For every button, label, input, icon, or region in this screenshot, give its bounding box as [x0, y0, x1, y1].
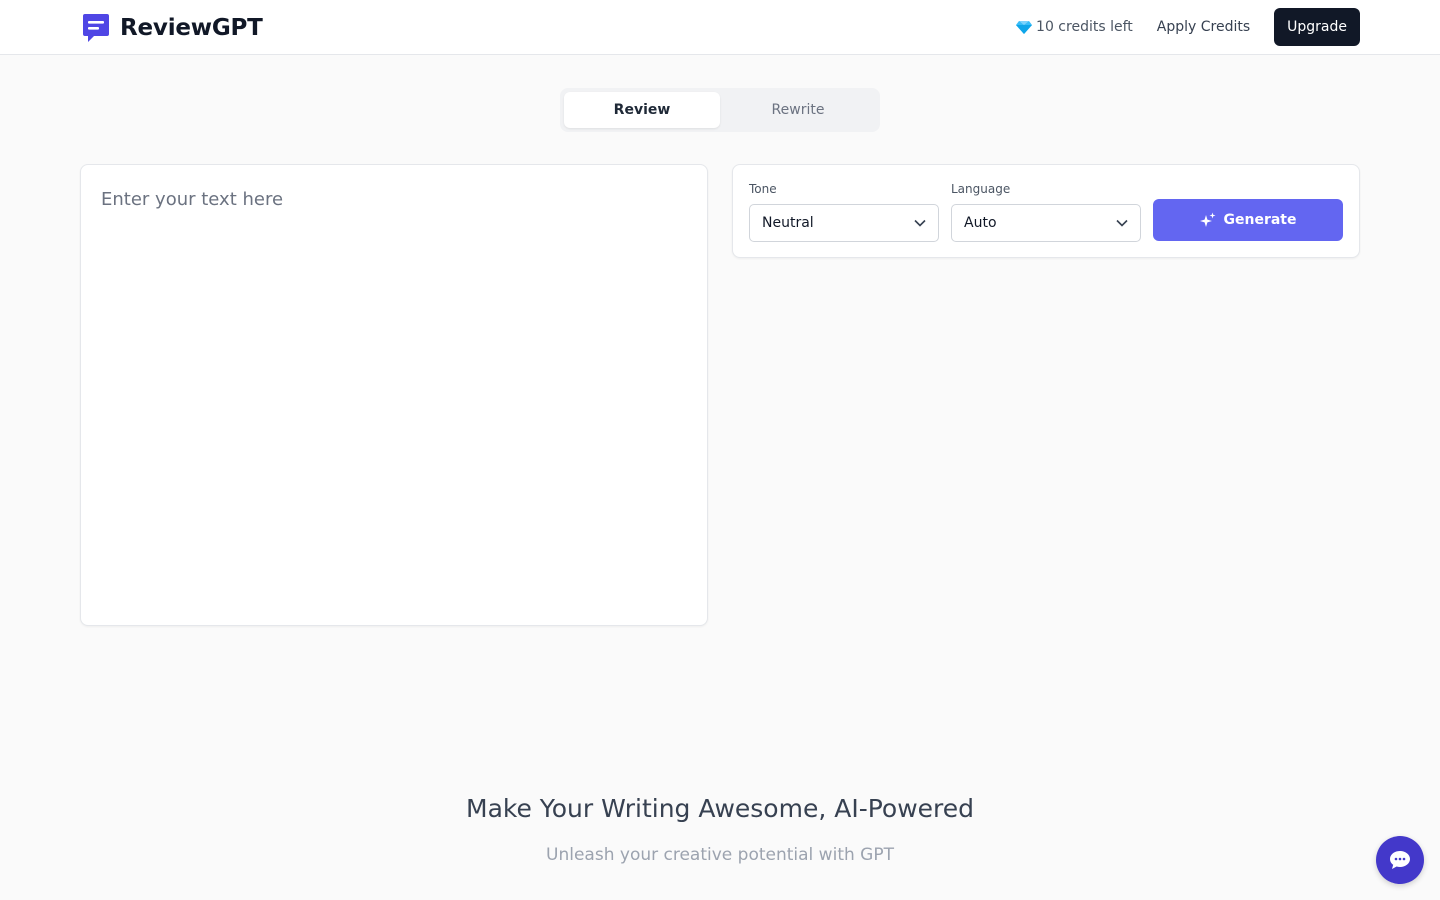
chevron-down-icon	[1116, 219, 1128, 227]
tab-review[interactable]: Review	[564, 92, 720, 128]
tone-select[interactable]: Neutral	[749, 204, 939, 242]
gem-icon	[1016, 21, 1033, 34]
chat-bubble-icon	[1390, 851, 1410, 869]
language-value: Auto	[964, 215, 997, 231]
brand-name: ReviewGPT	[120, 15, 263, 41]
text-input[interactable]	[81, 165, 707, 625]
chat-support-button[interactable]	[1376, 836, 1424, 884]
tone-value: Neutral	[762, 215, 814, 231]
hero-title: Make Your Writing Awesome, AI-Powered	[466, 794, 974, 823]
chat-square-icon	[83, 14, 109, 42]
tab-rewrite[interactable]: Rewrite	[720, 92, 876, 128]
top-header: ReviewGPT 10 credits left Apply Credits …	[0, 0, 1440, 55]
apply-credits-link[interactable]: Apply Credits	[1157, 19, 1250, 35]
tone-label: Tone	[749, 182, 777, 196]
language-select[interactable]: Auto	[951, 204, 1141, 242]
tone-field: Tone Neutral	[749, 182, 939, 242]
chevron-down-icon	[914, 219, 926, 227]
hero-subtitle: Unleash your creative potential with GPT	[546, 845, 894, 865]
options-panel: Tone Neutral Language Auto Generate	[732, 164, 1360, 258]
credits-counter: 10 credits left	[1016, 19, 1133, 35]
header-actions: 10 credits left Apply Credits Upgrade	[1016, 8, 1360, 46]
mode-tabs: Review Rewrite	[560, 88, 880, 132]
sparkle-icon	[1199, 212, 1215, 227]
language-label: Language	[951, 182, 1011, 196]
credits-text: 10 credits left	[1036, 19, 1133, 35]
language-field: Language Auto	[951, 182, 1141, 242]
generate-button[interactable]: Generate	[1153, 199, 1343, 241]
generate-label: Generate	[1223, 212, 1297, 228]
brand[interactable]: ReviewGPT	[82, 13, 263, 43]
text-input-panel	[80, 164, 708, 626]
upgrade-button[interactable]: Upgrade	[1274, 8, 1360, 46]
